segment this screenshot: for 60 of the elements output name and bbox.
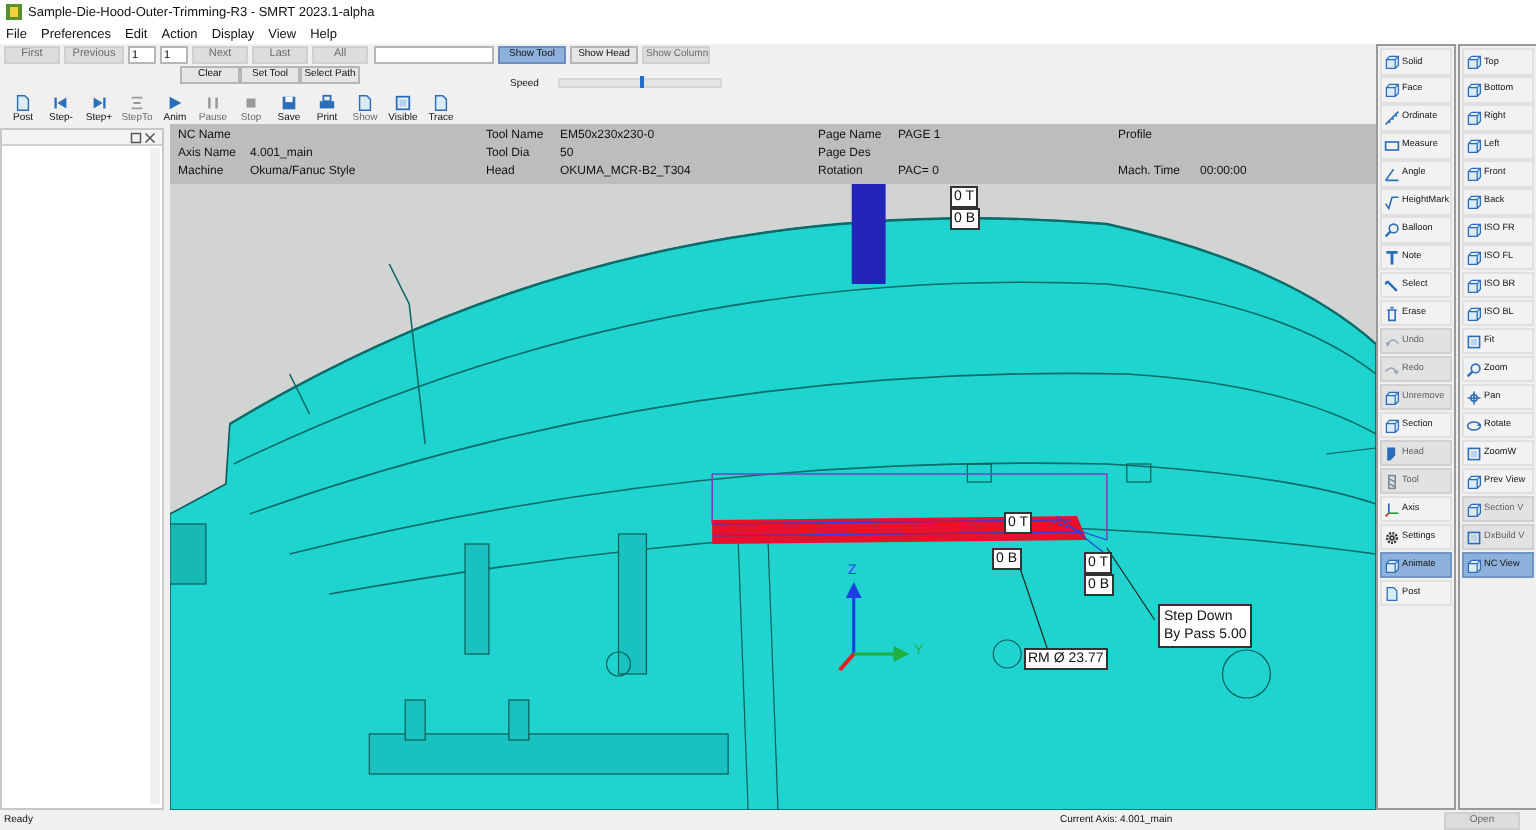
- magnifier-icon: [1466, 361, 1482, 378]
- skip-forward-icon: [90, 94, 108, 112]
- move-icon: [1466, 389, 1482, 406]
- cube-icon: [1384, 81, 1400, 98]
- cube-icon: [1384, 53, 1400, 70]
- cube-icon: [1466, 137, 1482, 154]
- skip-back-icon: [52, 94, 70, 112]
- document-icon: [432, 94, 450, 112]
- frame-icon: [1466, 445, 1482, 462]
- cube-icon: [1384, 557, 1400, 574]
- scrollbar[interactable]: [150, 148, 160, 804]
- save-icon: [280, 94, 298, 112]
- rectangle-icon: [1384, 137, 1400, 154]
- cube-icon: [1466, 193, 1482, 210]
- angle-icon: [1384, 165, 1400, 182]
- redo-icon: [1384, 361, 1400, 378]
- line-icon: [1384, 193, 1400, 210]
- leader-line: [1106, 547, 1156, 621]
- text-field[interactable]: [374, 46, 494, 64]
- document-icon: [1384, 585, 1400, 601]
- document-icon: [356, 94, 374, 112]
- cube-icon: [1466, 221, 1482, 238]
- cube-icon: [1384, 389, 1400, 406]
- printer-icon: [318, 94, 336, 112]
- cube-icon: [1466, 473, 1482, 490]
- tool-icon: [1384, 473, 1400, 490]
- speed-slider[interactable]: [558, 78, 723, 88]
- ruler-icon: [1384, 109, 1400, 126]
- undo-icon: [1384, 333, 1400, 350]
- cube-icon: [1466, 501, 1482, 518]
- play-icon: [166, 94, 184, 112]
- frame-icon: [1466, 529, 1482, 546]
- tool-drawing[interactable]: [851, 184, 886, 284]
- pin-icon[interactable]: [130, 131, 142, 143]
- cube-icon: [1466, 81, 1482, 98]
- stop-icon: [242, 94, 260, 112]
- cube-icon: [1466, 165, 1482, 182]
- axes-icon: [838, 582, 910, 672]
- magnifier-icon: [1384, 221, 1400, 238]
- slider-thumb[interactable]: [640, 76, 645, 88]
- cube-icon: [1384, 417, 1400, 434]
- app-icon: [6, 4, 22, 20]
- rotate-icon: [1466, 417, 1482, 434]
- frame-icon: [394, 94, 412, 112]
- gear-icon: [1384, 529, 1400, 546]
- cube-icon: [1466, 277, 1482, 294]
- text-tool-icon: [1384, 249, 1400, 266]
- cube-icon: [1466, 109, 1482, 126]
- cube-icon: [1466, 305, 1482, 322]
- close-icon[interactable]: [144, 131, 156, 143]
- cube-icon: [1466, 557, 1482, 574]
- axes-icon: [1384, 501, 1400, 518]
- cube-icon: [1466, 53, 1482, 70]
- document-icon: [14, 94, 32, 112]
- frame-icon: [1466, 333, 1482, 350]
- trash-icon: [1384, 305, 1400, 322]
- cube-icon: [1466, 249, 1482, 266]
- pause-icon: [204, 94, 222, 112]
- spindle-icon: [1384, 445, 1400, 462]
- step-to-icon: [128, 94, 146, 112]
